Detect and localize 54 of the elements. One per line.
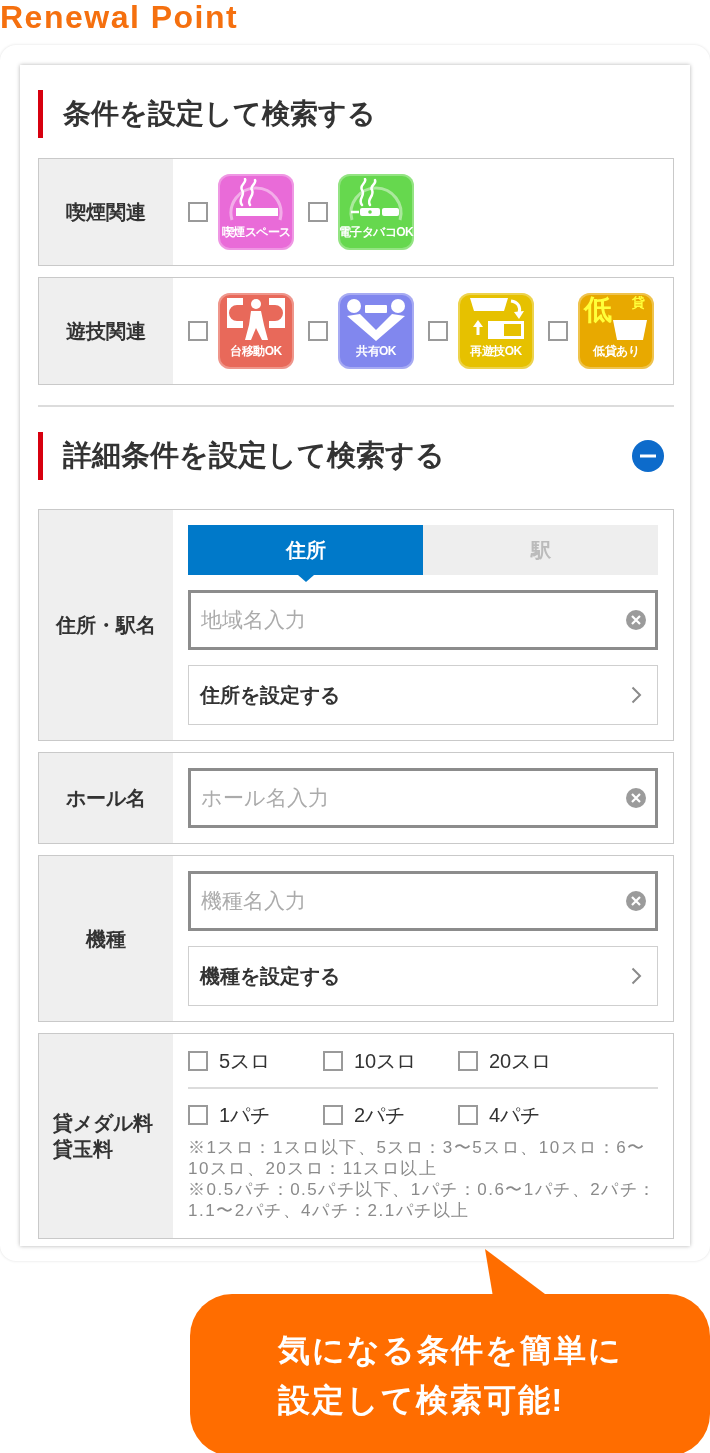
checkbox[interactable] (323, 1105, 343, 1125)
checkbox[interactable] (308, 202, 328, 222)
input-field[interactable]: 地域名入力 (188, 590, 658, 650)
row-label: 貸メダル料貸玉料 (39, 1034, 173, 1238)
checkbox[interactable] (458, 1051, 478, 1071)
row-label: 住所・駅名 (39, 510, 173, 740)
clear-icon[interactable] (626, 610, 646, 630)
checkbox[interactable] (188, 321, 208, 341)
tile-caption: 再遊技OK (470, 344, 522, 359)
tile-glyph: 貸 (632, 296, 645, 310)
note-text: ※0.5パチ：0.5パチ以下、1パチ：0.6〜1パチ、2パチ：1.1〜2パチ、4パチ：2.1パチ以上 (188, 1179, 658, 1221)
chevron-right-icon (631, 686, 642, 704)
checkbox[interactable] (188, 202, 208, 222)
tile-caption: 電子タバコOK (338, 225, 414, 240)
people-tray-icon (346, 297, 406, 341)
tile-caption: 台移動OK (230, 344, 282, 359)
option-label[interactable]: 10スロ (354, 1049, 417, 1073)
row-label: ホール名 (39, 753, 173, 843)
checkbox[interactable] (323, 1051, 343, 1071)
tile-caption: 喫煙スペース (221, 225, 291, 240)
checkbox[interactable] (308, 321, 328, 341)
tile-caption: 共有OK (356, 344, 396, 359)
input-field[interactable]: ホール名入力 (188, 768, 658, 828)
option-label[interactable]: 4パチ (489, 1103, 541, 1127)
select-button[interactable]: 機種を設定する (188, 946, 658, 1006)
row-label: 喫煙関連 (39, 159, 173, 265)
page-title: Renewal Point (0, 0, 239, 34)
tile-caption: 低貸あり (593, 344, 639, 359)
tile-glyph: 低 (584, 295, 612, 325)
walking-person-icon (226, 297, 286, 341)
cigarette-smoke-icon (226, 178, 286, 222)
select-button[interactable]: 住所を設定する (188, 665, 658, 725)
option-label[interactable]: 2パチ (354, 1103, 406, 1127)
chevron-right-icon (631, 967, 642, 985)
bubble-text: 気になる条件を簡単に 設定して検索可能! (277, 1331, 623, 1420)
row-label: 機種 (39, 856, 173, 1021)
option-label[interactable]: 5スロ (219, 1049, 271, 1073)
tray-icon (612, 319, 648, 341)
option-label[interactable]: 20スロ (489, 1049, 552, 1073)
checkbox[interactable] (188, 1105, 208, 1125)
tab[interactable]: 住所 (188, 525, 423, 582)
option-label[interactable]: 1パチ (219, 1103, 271, 1127)
checkbox[interactable] (188, 1051, 208, 1071)
checkbox[interactable] (548, 321, 568, 341)
collapse-icon[interactable] (632, 440, 664, 472)
row-label: 遊技関連 (39, 278, 173, 384)
section-heading: 詳細条件を設定して検索する (38, 432, 445, 480)
clear-icon[interactable] (626, 891, 646, 911)
section-heading: 条件を設定して検索する (38, 90, 376, 138)
checkbox[interactable] (458, 1105, 478, 1125)
note-text: ※1スロ：1スロ以下、5スロ：3〜5スロ、10スロ：6〜10スロ、20スロ：11スロ以上 (188, 1137, 647, 1179)
input-field[interactable]: 機種名入力 (188, 871, 658, 931)
checkbox[interactable] (428, 321, 448, 341)
clear-icon[interactable] (626, 788, 646, 808)
